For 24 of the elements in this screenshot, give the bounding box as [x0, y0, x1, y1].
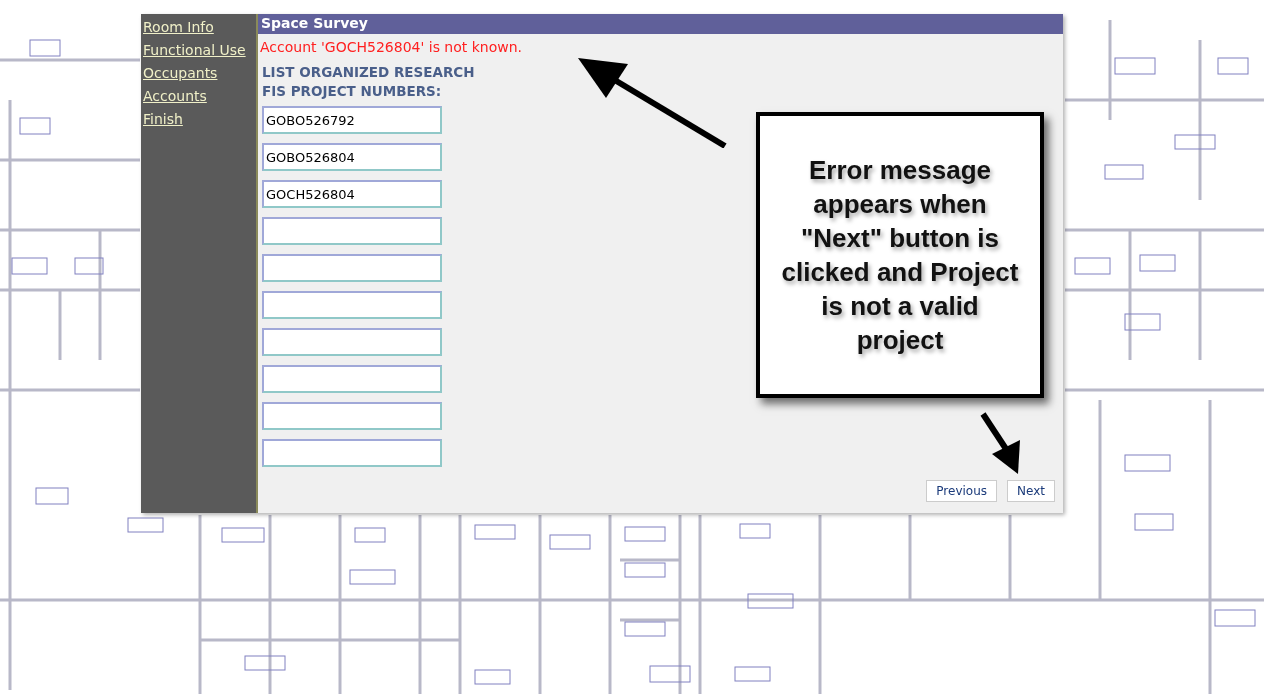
project-number-field[interactable]	[262, 402, 442, 430]
project-number-field[interactable]	[262, 439, 442, 467]
project-number-field[interactable]	[262, 365, 442, 393]
arrow-icon	[578, 56, 728, 148]
callout-text: Error message appears when "Next" button is clicked and Project is not a valid project	[780, 154, 1020, 357]
sidebar-link[interactable]: Finish	[141, 108, 256, 131]
arrow-icon	[980, 412, 1022, 474]
section-heading: FIS PROJECT NUMBERS:	[261, 82, 443, 101]
nav-button[interactable]: Previous	[926, 480, 998, 502]
sidebar-link[interactable]: Functional Use	[141, 39, 256, 62]
section-heading: LIST ORGANIZED RESEARCH	[261, 63, 476, 82]
project-number-field[interactable]: GOCH526804	[262, 180, 442, 208]
sidebar-link[interactable]: Occupants	[141, 62, 256, 85]
project-number-field[interactable]: GOBO526804	[262, 143, 442, 171]
project-number-field[interactable]: GOBO526792	[262, 106, 442, 134]
error-message: Account 'GOCH526804' is not known.	[260, 39, 524, 55]
project-number-field[interactable]	[262, 328, 442, 356]
nav-button[interactable]: Next	[1007, 480, 1055, 502]
sidebar-link[interactable]: Accounts	[141, 85, 256, 108]
sidebar-link[interactable]: Room Info	[141, 16, 256, 39]
dialog-title: Space Survey	[258, 14, 1063, 34]
project-number-field[interactable]	[262, 254, 442, 282]
project-number-field[interactable]	[262, 291, 442, 319]
project-number-field[interactable]	[262, 217, 442, 245]
